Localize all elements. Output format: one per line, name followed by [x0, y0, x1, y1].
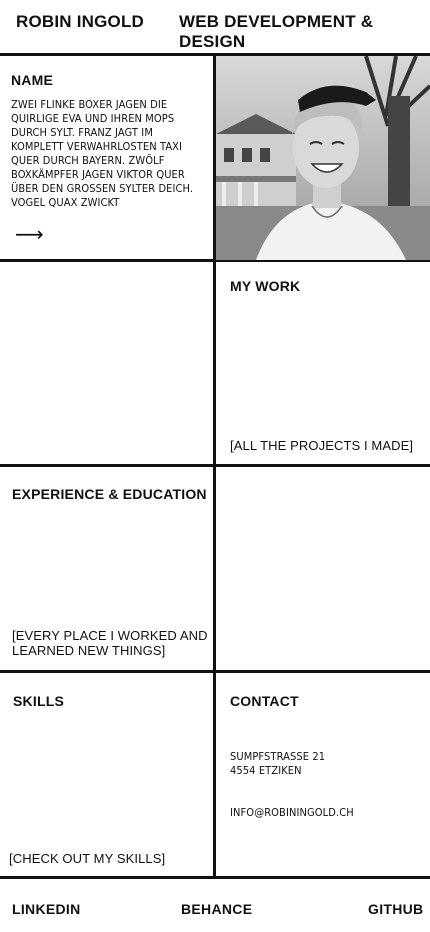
- skills-title: SKILLS: [13, 693, 64, 709]
- linkedin-link[interactable]: LINKEDIN: [12, 901, 81, 917]
- intro-body: ZWEI FLINKE BOXER JAGEN DIE QUIRLIGE EVA…: [11, 98, 194, 209]
- contact-title: CONTACT: [230, 693, 299, 709]
- experience-title: EXPERIENCE & EDUCATION: [12, 486, 207, 502]
- contact-email[interactable]: INFO@ROBININGOLD.CH: [230, 806, 354, 820]
- work-link[interactable]: [ALL THE PROJECTS I MADE]: [230, 438, 413, 453]
- behance-link[interactable]: BEHANCE: [181, 901, 252, 917]
- site-tagline: WEB DEVELOPMENT & DESIGN: [179, 12, 374, 51]
- intro-title: NAME: [11, 72, 54, 88]
- work-title: MY WORK: [230, 278, 301, 294]
- site-brand[interactable]: ROBIN INGOLD: [16, 12, 144, 32]
- contact-city: 4554 ETZIKEN: [230, 764, 302, 777]
- arrow-right-icon[interactable]: ⟶: [15, 224, 44, 246]
- skills-link[interactable]: [CHECK OUT MY SKILLS]: [9, 851, 165, 866]
- contact-street: SUMPFSTRASSE 21: [230, 750, 326, 763]
- profile-photo: [216, 56, 430, 260]
- experience-link[interactable]: [EVERY PLACE I WORKED AND LEARNED NEW TH…: [12, 628, 208, 658]
- github-link[interactable]: GITHUB: [368, 901, 423, 917]
